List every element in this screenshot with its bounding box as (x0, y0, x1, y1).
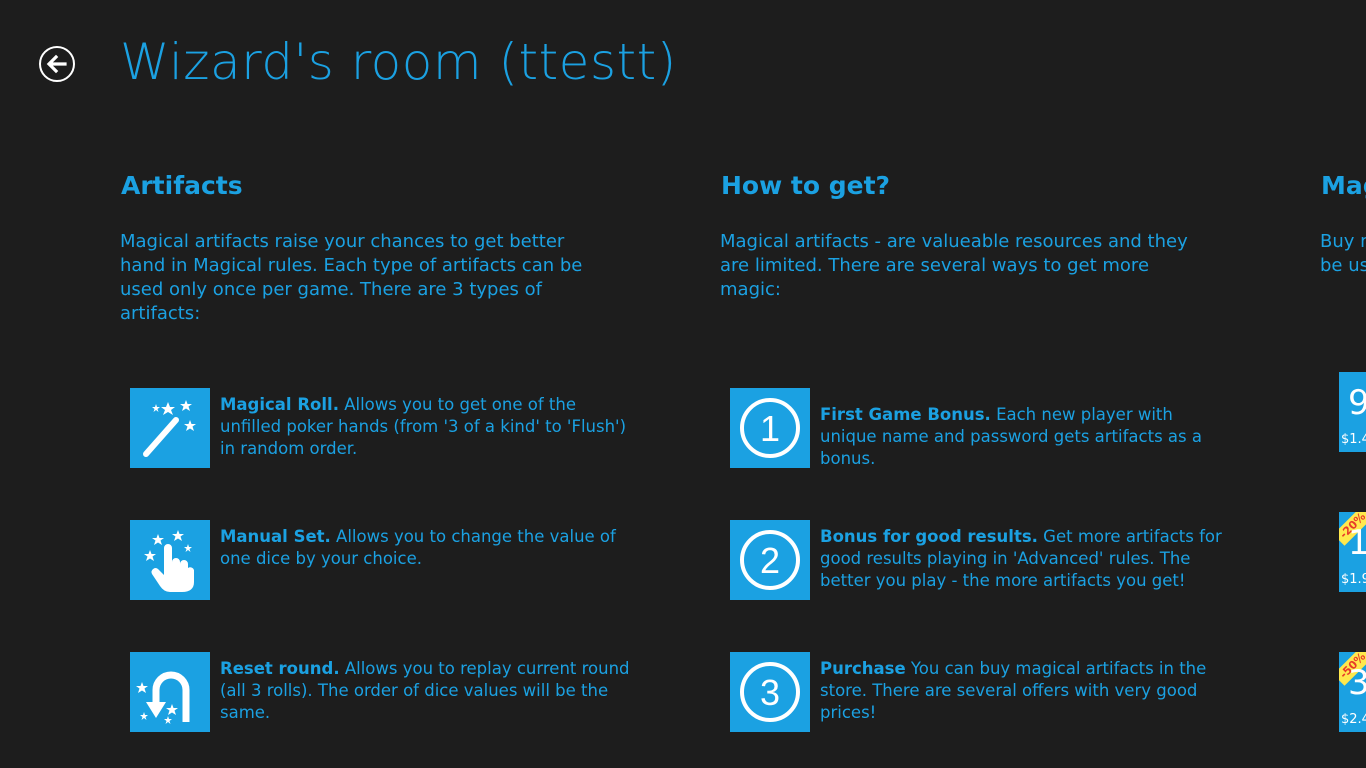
artifact-item-magical-roll: Magical Roll. Allows you to get one of t… (130, 388, 630, 468)
artifact-description: Reset round. Allows you to replay curren… (220, 659, 630, 722)
how-to-get-intro: Magical artifacts - are valueable resour… (720, 231, 1188, 300)
artifact-name: Magical Roll. (220, 395, 339, 414)
artifact-item-reset-round: Reset round. Allows you to replay curren… (130, 652, 630, 732)
number-3-icon: 3 (730, 652, 810, 732)
how-to-get-title: How to get? (721, 171, 891, 200)
u-turn-icon (130, 652, 210, 732)
offer-amount: 9 (1348, 383, 1366, 423)
svg-text:3: 3 (760, 672, 780, 713)
offer-price: $2.4 (1341, 712, 1366, 727)
svg-text:1: 1 (760, 408, 780, 449)
artifacts-intro: Magical artifacts raise your chances to … (120, 231, 583, 324)
artifact-description: Magical Roll. Allows you to get one of t… (220, 395, 627, 458)
how-to-get-item-1: 1 First Game Bonus. Each new player with… (730, 388, 1230, 468)
artifact-item-manual-set: Manual Set. Allows you to change the val… (130, 520, 630, 600)
store-offer-1[interactable]: 9 $1.4 (1339, 372, 1366, 452)
how-to-get-item-2: 2 Bonus for good results. Get more artif… (730, 520, 1230, 600)
offer-amount: 3 (1348, 663, 1366, 703)
pointing-hand-icon (130, 520, 210, 600)
artifact-name: Manual Set. (220, 527, 331, 546)
how-to-get-name: Purchase (820, 659, 906, 678)
artifact-description: Manual Set. Allows you to change the val… (220, 527, 616, 568)
number-1-icon: 1 (730, 388, 810, 468)
store-offer-2[interactable]: -20% 1 $1.9 (1339, 512, 1366, 592)
how-to-get-description: Bonus for good results. Get more artifac… (820, 527, 1222, 590)
how-to-get-description: First Game Bonus. Each new player with u… (820, 405, 1202, 468)
how-to-get-item-3: 3 Purchase You can buy magical artifacts… (730, 652, 1230, 732)
store-offer-3[interactable]: -50% 3 $2.4 (1339, 652, 1366, 732)
how-to-get-description: Purchase You can buy magical artifacts i… (820, 659, 1207, 722)
store-title: Mag (1321, 171, 1366, 200)
artifacts-title: Artifacts (121, 171, 243, 200)
offer-price: $1.4 (1341, 432, 1366, 447)
svg-text:2: 2 (760, 540, 780, 581)
offer-amount: 1 (1348, 523, 1366, 563)
store-intro: Buy m be us (1320, 231, 1366, 276)
page-title: Wizard's room (ttestt) (120, 33, 677, 91)
back-button[interactable] (39, 46, 75, 82)
magic-wand-icon (130, 388, 210, 468)
how-to-get-name: Bonus for good results. (820, 527, 1038, 546)
number-2-icon: 2 (730, 520, 810, 600)
how-to-get-name: First Game Bonus. (820, 405, 991, 424)
offer-price: $1.9 (1341, 572, 1366, 587)
artifact-name: Reset round. (220, 659, 340, 678)
back-arrow-icon (46, 54, 67, 74)
